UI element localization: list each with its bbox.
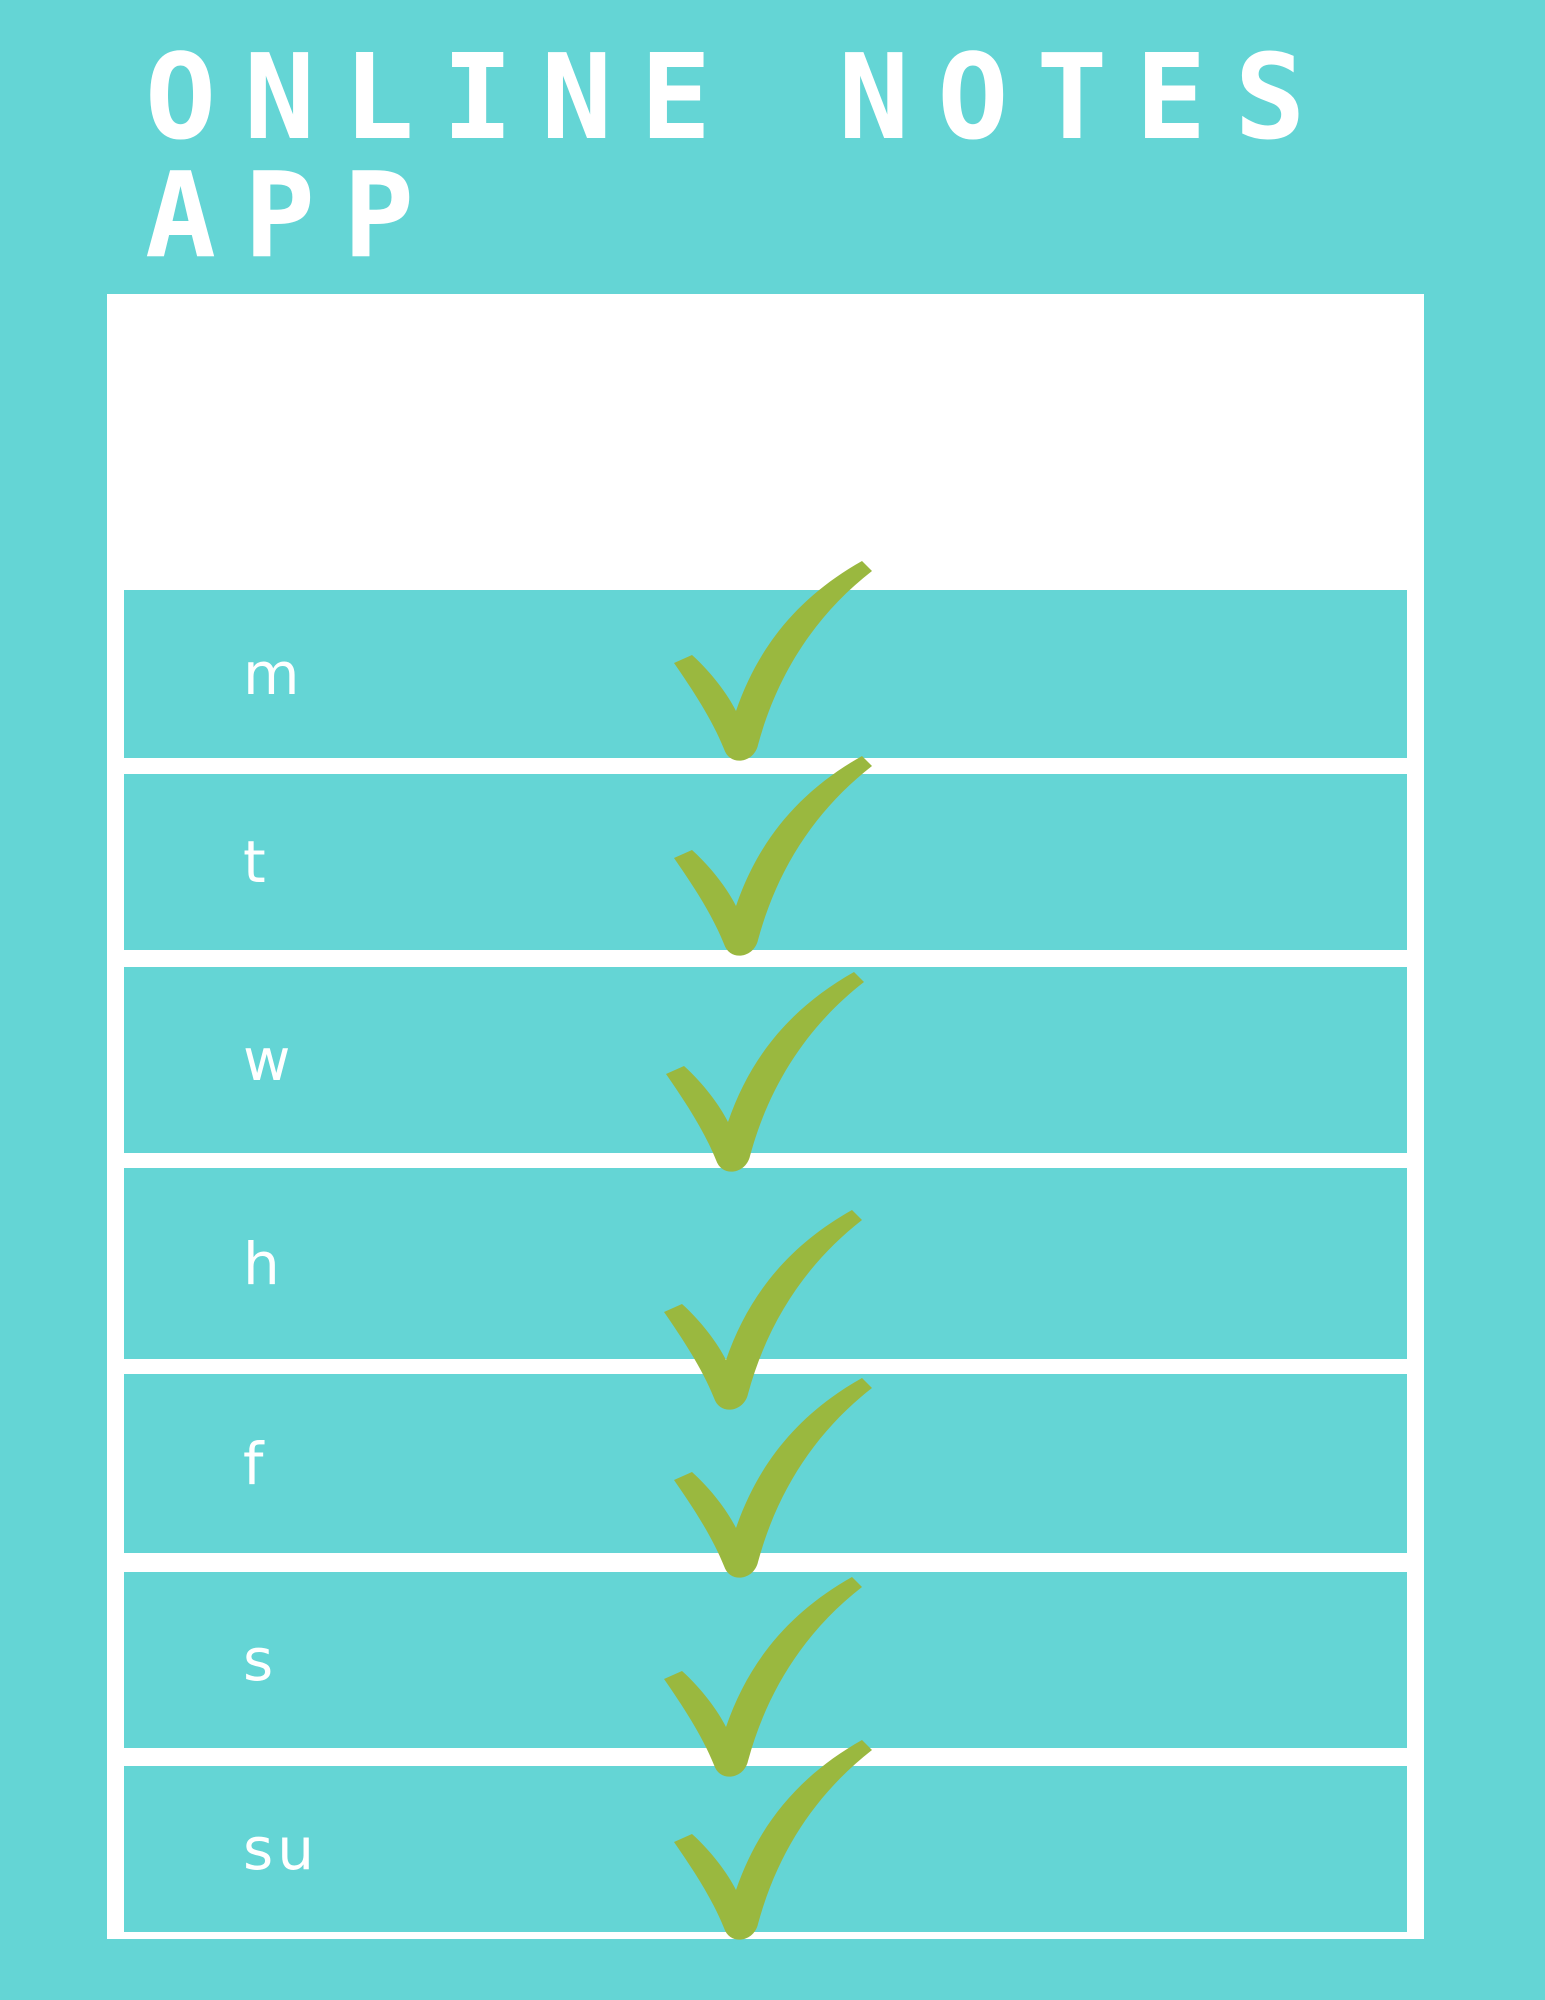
day-row-thu[interactable]: h bbox=[124, 1168, 1407, 1359]
day-row-wed[interactable]: w bbox=[124, 967, 1407, 1153]
day-row-mon[interactable]: m bbox=[124, 590, 1407, 758]
app-title-line-2: APP bbox=[145, 146, 443, 284]
day-row-fri[interactable]: f bbox=[124, 1374, 1407, 1553]
day-row-sat[interactable]: s bbox=[124, 1572, 1407, 1748]
app-title: ONLINE NOTES APP bbox=[145, 38, 1345, 274]
day-row-tue[interactable]: t bbox=[124, 774, 1407, 950]
day-row-sun[interactable]: su bbox=[124, 1766, 1407, 1932]
tracker-panel: m t w h f s su bbox=[107, 294, 1424, 1939]
day-label: su bbox=[243, 1815, 318, 1883]
notes-header-area bbox=[107, 294, 1424, 590]
day-label: s bbox=[243, 1626, 278, 1694]
day-label: f bbox=[243, 1429, 268, 1498]
day-label: h bbox=[243, 1229, 284, 1298]
day-label: m bbox=[243, 640, 304, 708]
app-title-line-1: ONLINE NOTES bbox=[145, 28, 1334, 166]
day-label: w bbox=[243, 1026, 295, 1094]
day-label: t bbox=[243, 828, 270, 896]
